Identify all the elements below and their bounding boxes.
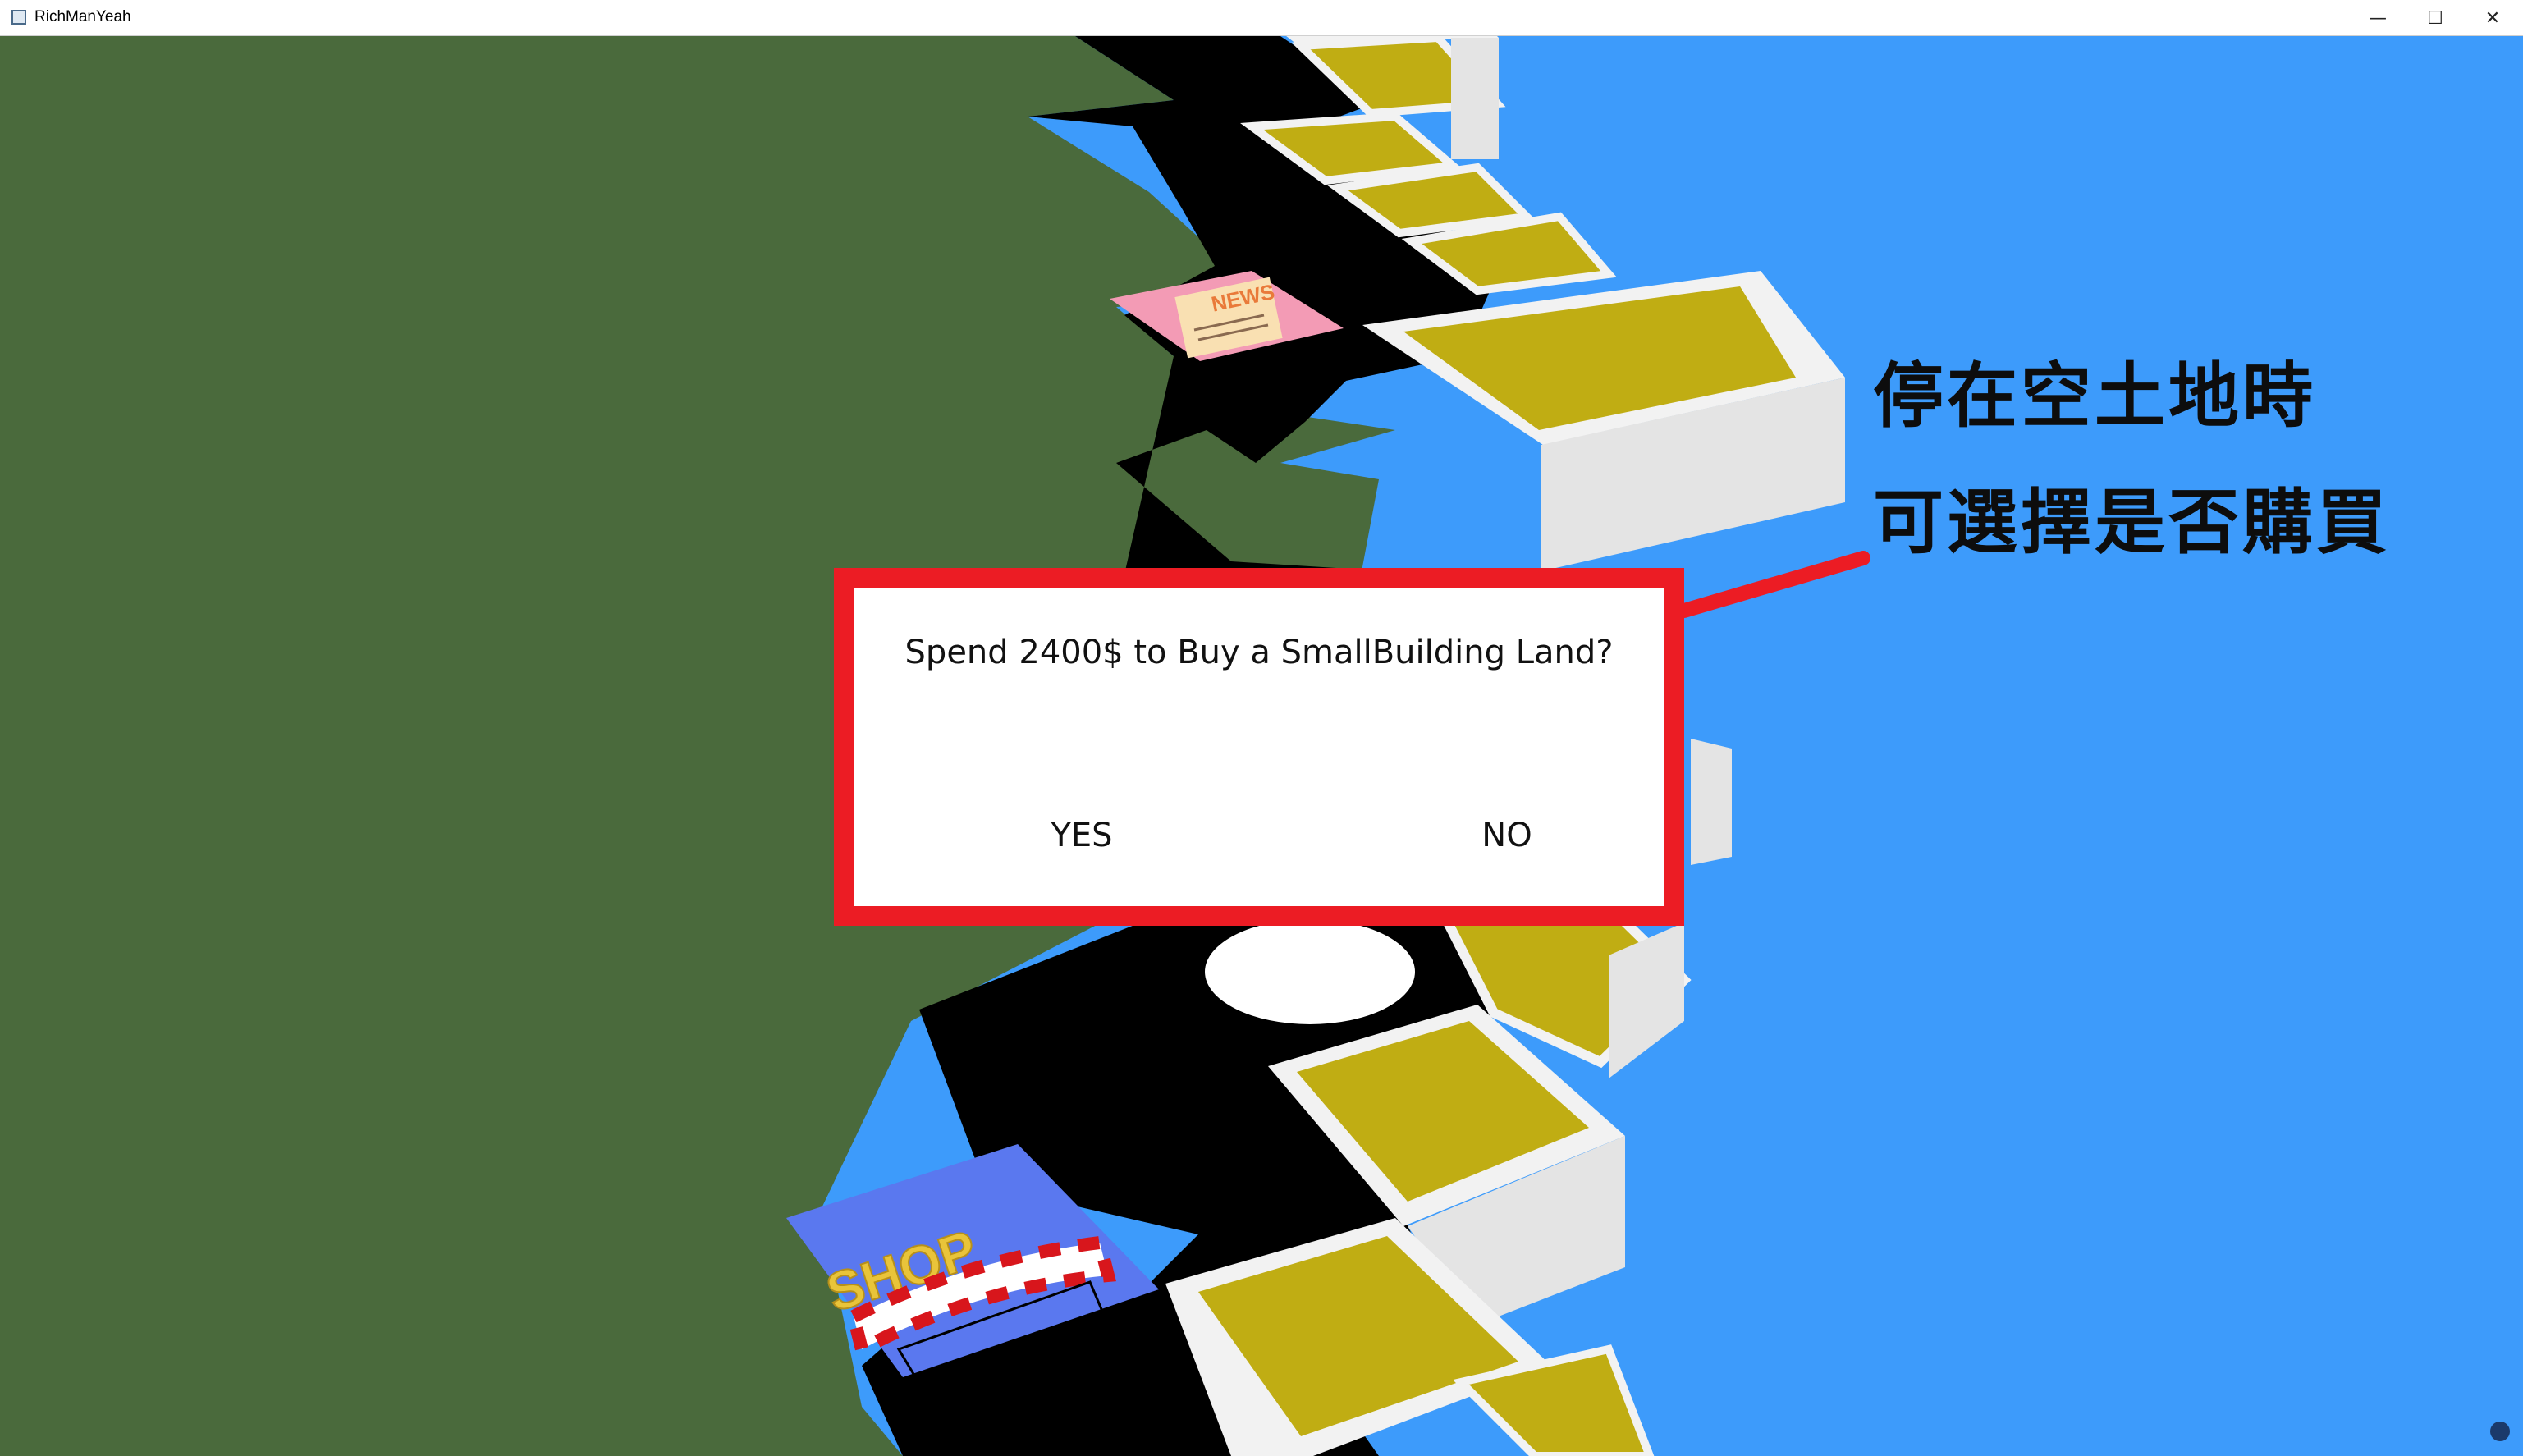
annotation-line-1: 停在空土地時 [1873,355,2316,437]
player-piece [1205,919,1415,1024]
purchase-dialog: Spend 2400$ to Buy a SmallBuilding Land?… [854,588,1664,906]
minimize-button[interactable]: — [2349,0,2406,36]
yes-button[interactable]: YES [991,803,1172,868]
close-button[interactable]: ✕ [2464,0,2521,36]
app-icon [11,10,26,25]
no-button[interactable]: NO [1417,803,1597,868]
window-titlebar: RichManYeah — ☐ ✕ [0,0,2523,36]
maximize-button[interactable]: ☐ [2406,0,2464,36]
dialog-message: Spend 2400$ to Buy a SmallBuilding Land? [904,634,1614,671]
window-title: RichManYeah [34,8,131,25]
corner-dot-icon [2490,1422,2510,1441]
annotation-line-2: 可選擇是否購買 [1873,482,2390,564]
